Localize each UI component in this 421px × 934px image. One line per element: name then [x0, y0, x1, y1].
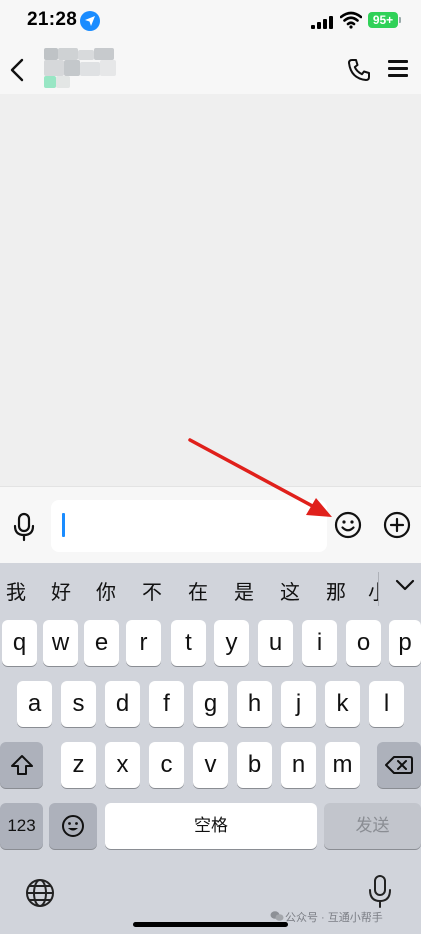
contact-name-blurred: [44, 46, 164, 90]
wechat-logo-icon: [270, 909, 284, 921]
candidate-word[interactable]: 我: [6, 576, 26, 605]
key-h[interactable]: h: [237, 681, 272, 727]
key-d[interactable]: d: [105, 681, 140, 727]
candidate-word[interactable]: 那: [326, 576, 346, 605]
battery-indicator: 95+: [368, 12, 398, 28]
delete-icon: [385, 756, 413, 774]
key-c[interactable]: c: [149, 742, 184, 788]
key-b[interactable]: b: [237, 742, 272, 788]
keyboard-emoji-icon: [62, 815, 84, 837]
globe-icon[interactable]: [25, 878, 55, 908]
key-f[interactable]: f: [149, 681, 184, 727]
key-a[interactable]: a: [17, 681, 52, 727]
text-caret: [62, 513, 65, 537]
candidate-word[interactable]: 这: [280, 576, 300, 605]
candidate-word[interactable]: 你: [96, 576, 116, 605]
key-i[interactable]: i: [302, 620, 337, 666]
key-e[interactable]: e: [84, 620, 119, 666]
message-list: [0, 94, 421, 486]
key-p[interactable]: p: [389, 620, 421, 666]
key-u[interactable]: u: [258, 620, 293, 666]
key-l[interactable]: l: [369, 681, 404, 727]
menu-icon[interactable]: [388, 60, 408, 78]
battery-tip: [399, 17, 401, 23]
key-y[interactable]: y: [214, 620, 249, 666]
location-arrow-icon: [80, 11, 100, 31]
chevron-down-icon[interactable]: [394, 575, 416, 595]
dictation-icon[interactable]: [366, 874, 394, 910]
keyboard-emoji-key[interactable]: [49, 803, 97, 849]
key-v[interactable]: v: [193, 742, 228, 788]
message-input[interactable]: [51, 500, 327, 552]
key-s[interactable]: s: [61, 681, 96, 727]
key-m[interactable]: m: [325, 742, 360, 788]
key-t[interactable]: t: [171, 620, 206, 666]
plus-icon[interactable]: [383, 511, 411, 539]
home-indicator: [133, 922, 288, 927]
key-z[interactable]: z: [61, 742, 96, 788]
key-w[interactable]: w: [43, 620, 78, 666]
delete-key[interactable]: [377, 742, 421, 788]
signal-icon: [311, 15, 333, 29]
candidate-divider: [378, 572, 379, 606]
key-j[interactable]: j: [281, 681, 316, 727]
candidate-word[interactable]: 不: [142, 576, 162, 605]
watermark: 公众号 · 互通小帮手: [285, 912, 383, 924]
back-icon[interactable]: [7, 57, 29, 83]
candidate-word[interactable]: 是: [234, 576, 254, 605]
status-time: 21:28: [27, 9, 78, 30]
space-key[interactable]: 空格: [105, 803, 317, 849]
shift-icon: [10, 755, 33, 775]
key-k[interactable]: k: [325, 681, 360, 727]
key-g[interactable]: g: [193, 681, 228, 727]
numbers-key[interactable]: 123: [0, 803, 43, 849]
key-x[interactable]: x: [105, 742, 140, 788]
candidate-word[interactable]: 好: [51, 576, 71, 605]
candidate-word[interactable]: 小: [368, 576, 378, 605]
key-q[interactable]: q: [2, 620, 37, 666]
phone-icon[interactable]: [346, 57, 372, 83]
key-o[interactable]: o: [346, 620, 381, 666]
microphone-icon[interactable]: [11, 512, 37, 542]
key-r[interactable]: r: [126, 620, 161, 666]
shift-key[interactable]: [0, 742, 43, 788]
candidate-word[interactable]: 在: [188, 576, 208, 605]
wifi-icon: [339, 11, 363, 34]
emoji-icon[interactable]: [334, 511, 362, 539]
key-n[interactable]: n: [281, 742, 316, 788]
send-key[interactable]: 发送: [324, 803, 421, 849]
